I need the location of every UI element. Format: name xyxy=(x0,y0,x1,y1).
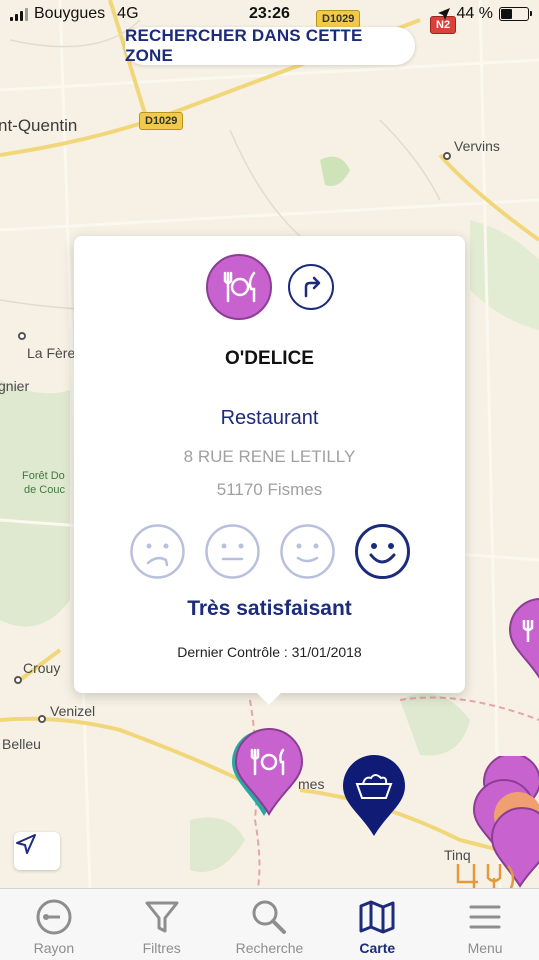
map-label-gnier: gnier xyxy=(0,378,30,394)
city-dot xyxy=(14,676,22,684)
tab-label: Rayon xyxy=(33,940,75,956)
popup-icons xyxy=(74,254,465,320)
status-right: 44 % xyxy=(437,5,532,23)
location-arrow-icon xyxy=(16,834,36,854)
directions-button[interactable] xyxy=(287,264,334,310)
map-label-venizel: Venizel xyxy=(50,703,96,719)
tab-recherche[interactable]: Recherche xyxy=(216,889,324,960)
last-control-date: Dernier Contrôle : 31/01/2018 xyxy=(177,644,362,660)
filter-icon xyxy=(145,901,179,933)
road-shield: D1029 xyxy=(139,112,184,130)
tab-label: Recherche xyxy=(235,940,304,956)
city-dot xyxy=(18,332,26,340)
tab-filtres[interactable]: Filtres xyxy=(108,889,216,960)
watermark-logo xyxy=(456,864,515,888)
tab-bar: Rayon Filtres Recherche Carte Menu xyxy=(0,888,539,960)
restaurant-icon xyxy=(205,254,272,320)
shop-marker[interactable] xyxy=(341,754,407,838)
tab-label: Filtres xyxy=(142,940,181,956)
tab-label: Carte xyxy=(359,940,396,956)
directions-icon xyxy=(304,276,320,298)
satisfied-face-icon xyxy=(279,524,335,579)
search-icon xyxy=(252,900,287,934)
establishment-address: 8 RUE RENE LETILLY xyxy=(183,447,356,466)
establishment-category: Restaurant xyxy=(220,407,319,429)
restaurant-marker-selected[interactable] xyxy=(228,728,308,818)
rating-label: Très satisfaisant xyxy=(187,597,352,620)
city-dot xyxy=(38,715,46,723)
map-label-la-fere: La Fère xyxy=(27,345,76,361)
map-label-crouy: Crouy xyxy=(23,660,61,676)
menu-icon xyxy=(469,905,501,929)
city-dot xyxy=(443,152,451,160)
tab-rayon[interactable]: Rayon xyxy=(0,889,108,960)
map-label-foret-1: Forêt Do xyxy=(22,470,65,482)
rating-faces xyxy=(74,523,465,580)
map-label-vervins: Vervins xyxy=(454,138,500,154)
radius-icon xyxy=(36,899,72,935)
map-label-foret-2: de Couc xyxy=(24,484,65,496)
very-satisfied-face-icon xyxy=(354,524,410,579)
unsatisfied-face-icon xyxy=(204,524,260,579)
map-label-saint-quentin: nt-Quentin xyxy=(0,116,78,135)
tab-carte[interactable]: Carte xyxy=(323,889,431,960)
location-services-icon xyxy=(437,8,450,20)
very-unsatisfied-face-icon xyxy=(129,524,185,579)
battery-percent: 44 % xyxy=(456,5,493,22)
tab-menu[interactable]: Menu xyxy=(431,889,539,960)
restaurant-marker[interactable] xyxy=(508,598,539,682)
fork-plate-knife-icon xyxy=(223,271,255,303)
establishment-popup[interactable]: O'DELICE Restaurant 8 RUE RENE LETILLY 5… xyxy=(74,236,465,705)
tab-label: Menu xyxy=(467,940,503,956)
battery-icon xyxy=(499,7,532,21)
establishment-city: 51170 Fismes xyxy=(216,480,323,499)
map-icon xyxy=(359,900,395,934)
establishment-name: O'DELICE xyxy=(225,348,314,369)
locate-me-button[interactable] xyxy=(14,832,60,870)
map-label-belleu: Belleu xyxy=(2,736,41,752)
search-this-zone-button[interactable]: RECHERCHER DANS CETTE ZONE xyxy=(125,26,415,65)
